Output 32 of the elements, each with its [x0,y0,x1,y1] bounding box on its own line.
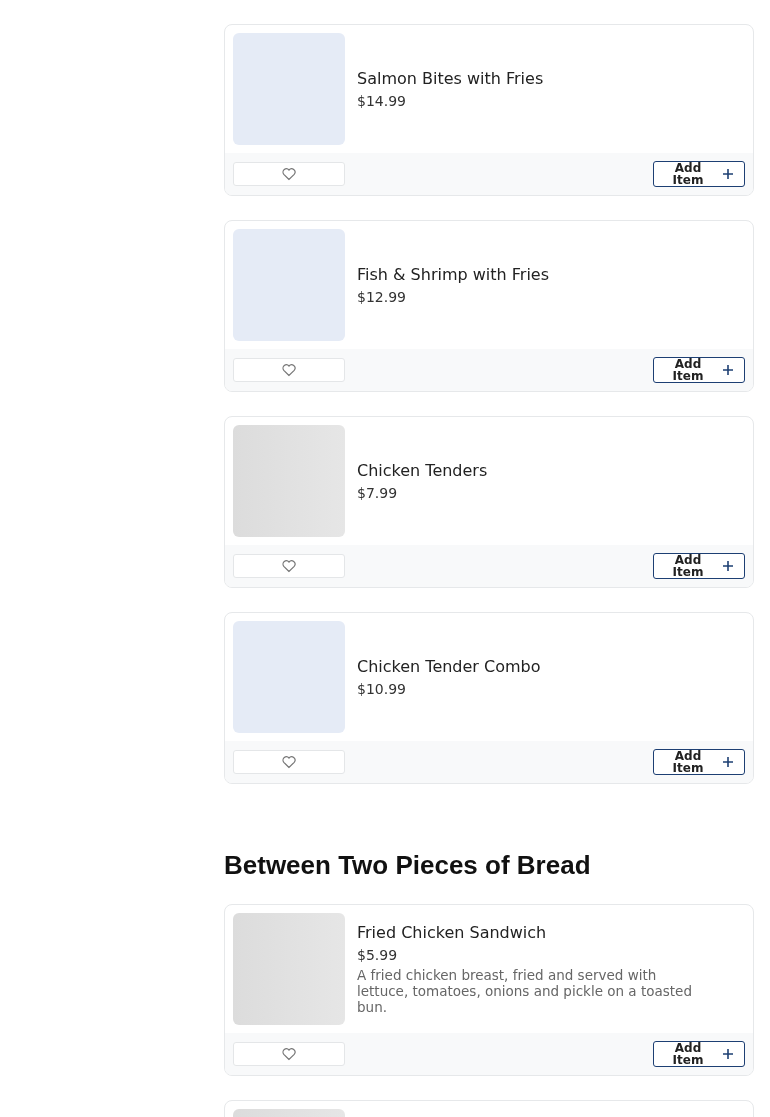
plus-icon [722,364,734,376]
favorite-button[interactable] [233,750,345,774]
heart-icon [282,755,296,769]
heart-icon [282,363,296,377]
item-price: $12.99 [357,287,407,306]
item-name: Salmon Bites with Fries [357,68,545,89]
add-item-button[interactable]: Add Item [653,161,745,187]
item-price: $5.99 [357,946,399,964]
section-heading: Between Two Pieces of Bread [224,850,592,880]
heart-icon [282,559,296,573]
item-name: Fried Chicken Sandwich [357,923,548,943]
item-price: $10.99 [357,679,407,698]
add-item-button[interactable]: Add Item [653,749,745,775]
item-name: Chicken Tender Combo [357,656,542,677]
item-name: Chicken Tenders [357,460,489,481]
plus-icon [722,560,734,572]
item-price: $7.99 [357,483,399,502]
item-description: A fried chicken breast, fried and served with lettuce, tomatoes, onions and pickle on a toasted bun. [357,967,693,1015]
heart-icon [282,1047,296,1061]
add-item-button[interactable]: Add Item [653,553,745,579]
plus-icon [722,168,734,180]
favorite-button[interactable] [233,162,345,186]
item-price: $14.99 [357,91,407,110]
plus-icon [722,756,734,768]
add-item-button[interactable]: Add Item [653,1041,745,1067]
heart-icon [282,167,296,181]
favorite-button[interactable] [233,358,345,382]
item-name: Fish & Shrimp with Fries [357,264,551,285]
plus-icon [722,1048,734,1060]
favorite-button[interactable] [233,1042,345,1066]
favorite-button[interactable] [233,554,345,578]
add-item-button[interactable]: Add Item [653,357,745,383]
